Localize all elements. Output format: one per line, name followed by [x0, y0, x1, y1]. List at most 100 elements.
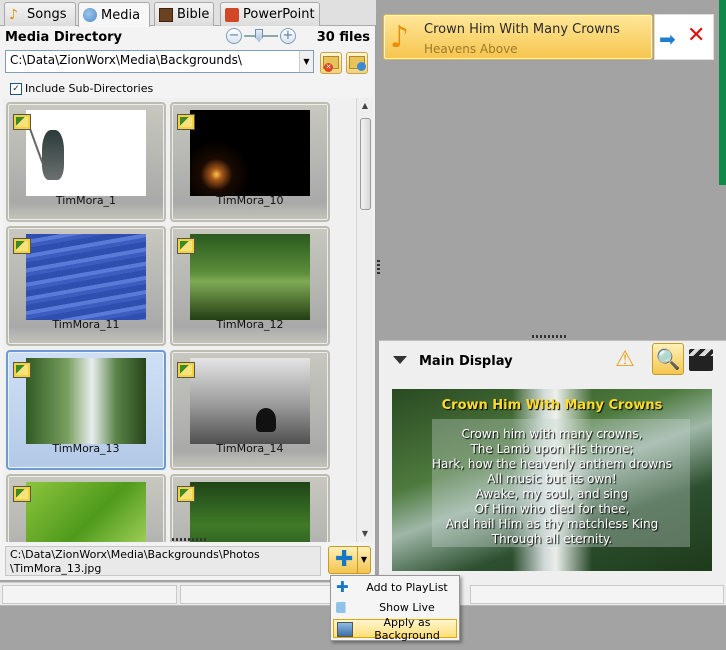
- image-type-icon: [177, 362, 195, 378]
- tab-songs[interactable]: ♪ Songs: [4, 2, 76, 26]
- include-subdirectories-label: Include Sub-Directories: [25, 82, 154, 95]
- image-icon: [337, 622, 353, 637]
- thumbnail-image: [190, 482, 310, 542]
- playlist-item-subtitle: Heavens Above: [424, 42, 518, 56]
- camera-icon: [336, 602, 352, 613]
- thumbnail-image: [26, 358, 146, 444]
- slider-thumb[interactable]: [255, 29, 263, 42]
- globe-icon: [357, 62, 366, 71]
- thumbnail-label: TimMora_11: [52, 318, 120, 331]
- selected-file-path-line2: \TimMora_13.jpg: [10, 562, 102, 575]
- main-display-panel: Main Display ⚠ 🔍 Crown Him With Many Cro…: [379, 340, 726, 585]
- splitter-grip-vertical[interactable]: [377, 260, 380, 274]
- tab-label: Media: [101, 7, 141, 23]
- scrollbar-thumb[interactable]: [360, 118, 371, 210]
- zoom-out-icon[interactable]: −: [226, 28, 242, 44]
- splitter-grip[interactable]: [172, 538, 208, 541]
- main-display-title: Main Display: [419, 354, 513, 369]
- splitter-grip[interactable]: [532, 335, 568, 338]
- add-icon[interactable]: ✚: [335, 549, 353, 571]
- selected-file-path: C:\Data\ZionWorx\Media\Backgrounds\Photo…: [5, 546, 321, 576]
- lyric-line: Hark, how the heavenly anthem drowns: [431, 457, 673, 471]
- remove-item-icon[interactable]: ✕: [687, 23, 705, 48]
- image-type-icon: [13, 114, 31, 130]
- image-type-icon: [177, 114, 195, 130]
- media-icon: [83, 8, 97, 22]
- warning-icon[interactable]: ⚠: [613, 349, 637, 371]
- scroll-up-icon[interactable]: ▲: [357, 98, 373, 114]
- clapperboard-icon[interactable]: [689, 349, 713, 371]
- preview-song-title: Crown Him With Many Crowns: [441, 398, 663, 413]
- tab-bar: ♪ Songs Media Bible PowerPoint: [0, 0, 376, 27]
- zoom-in-icon[interactable]: +: [280, 28, 296, 44]
- playlist-item-actions: ➡ ✕: [654, 14, 714, 60]
- media-thumbnail[interactable]: TimMora_14: [170, 350, 330, 470]
- lyric-line: And hail Him as thy matchless King: [445, 517, 659, 531]
- lyric-line: Awake, my soul, and sing: [475, 487, 629, 501]
- media-thumbnail[interactable]: TimMora_1: [6, 102, 166, 222]
- media-thumbnail[interactable]: [170, 474, 330, 542]
- lyric-line: Of Him who died for thee,: [474, 502, 630, 516]
- media-thumbnail-selected[interactable]: TimMora_13: [6, 350, 166, 470]
- music-note-icon: ♪: [390, 20, 410, 55]
- powerpoint-icon: [225, 7, 239, 22]
- status-panel: [2, 585, 177, 604]
- thumbnail-image: [190, 110, 310, 196]
- lyric-line: All music but its own!: [487, 472, 617, 486]
- display-preview: Crown Him With Many Crowns Crown him wit…: [392, 389, 712, 571]
- playlist-item[interactable]: ♪ Crown Him With Many Crowns Heavens Abo…: [383, 14, 653, 60]
- thumbnail-image: [190, 358, 310, 444]
- clear-folder-button[interactable]: ✕: [320, 52, 342, 74]
- vertical-scrollbar[interactable]: ▲ ▼: [356, 98, 373, 542]
- bible-icon: [159, 7, 173, 22]
- chevron-down-icon[interactable]: ▼: [357, 547, 370, 573]
- magnifier-icon: 🔍: [655, 347, 681, 371]
- thumbnail-label: TimMora_13: [52, 442, 120, 455]
- thumbnail-image: [26, 110, 146, 196]
- go-live-arrow-icon[interactable]: ➡: [659, 27, 676, 51]
- lyric-line: The Lamb upon His throne;: [470, 442, 634, 456]
- thumbnail-size-slider[interactable]: − +: [226, 28, 296, 46]
- image-type-icon: [177, 486, 195, 502]
- menu-item-label: Apply as Background: [374, 615, 440, 642]
- chevron-down-icon[interactable]: ▼: [299, 51, 313, 72]
- image-type-icon: [177, 238, 195, 254]
- add-context-menu: ✚ Add to PlayList Show Live Apply as Bac…: [330, 575, 460, 642]
- media-panel: ♪ Songs Media Bible PowerPoint Media Dir…: [0, 0, 376, 580]
- magnifier-button[interactable]: 🔍: [652, 343, 684, 375]
- include-subdirectories-checkbox[interactable]: ✓: [10, 82, 22, 95]
- menu-item-apply-as-background[interactable]: Apply as Background: [333, 616, 457, 642]
- thumbnail-image: [26, 234, 146, 320]
- thumbnail-label: TimMora_14: [216, 442, 284, 455]
- menu-item-label: Show Live: [379, 601, 435, 614]
- include-subdirectories-option[interactable]: ✓ Include Sub-Directories: [10, 82, 153, 95]
- browse-folder-button[interactable]: [346, 52, 368, 74]
- thumbnail-label: TimMora_10: [216, 194, 284, 207]
- thumbnail-label: TimMora_1: [55, 194, 117, 207]
- lyric-line: Crown him with many crowns,: [461, 427, 643, 441]
- menu-item-add-to-playlist[interactable]: ✚ Add to PlayList: [333, 578, 457, 597]
- red-x-icon: ✕: [324, 63, 333, 72]
- tab-bible[interactable]: Bible: [154, 2, 214, 26]
- media-directory-title: Media Directory: [5, 30, 123, 45]
- status-panel: [470, 585, 724, 604]
- tab-media[interactable]: Media: [78, 2, 150, 27]
- file-count: 30 files: [316, 30, 370, 45]
- menu-item-show-live[interactable]: Show Live: [333, 598, 457, 617]
- directory-path-combo[interactable]: C:\Data\ZionWorx\Media\Backgrounds\ ▼: [5, 50, 314, 73]
- media-thumbnail[interactable]: TimMora_12: [170, 226, 330, 346]
- collapse-triangle-icon[interactable]: [393, 356, 407, 364]
- image-type-icon: [13, 486, 31, 502]
- directory-path-value: C:\Data\ZionWorx\Media\Backgrounds\: [10, 53, 242, 67]
- media-thumbnail[interactable]: TimMora_11: [6, 226, 166, 346]
- media-thumbnail-grid: TimMora_1 TimMora_10 TimMora_11 TimMora_…: [3, 98, 355, 542]
- add-split-button[interactable]: ✚ ▼: [328, 546, 371, 574]
- thumbnail-label: TimMora_12: [216, 318, 284, 331]
- thumbnail-image: [190, 234, 310, 320]
- menu-item-label: Add to PlayList: [366, 581, 448, 594]
- scroll-down-icon[interactable]: ▼: [357, 526, 373, 542]
- thumbnail-image: [26, 482, 146, 542]
- media-thumbnail[interactable]: TimMora_10: [170, 102, 330, 222]
- media-thumbnail[interactable]: [6, 474, 166, 542]
- tab-powerpoint[interactable]: PowerPoint: [220, 2, 320, 26]
